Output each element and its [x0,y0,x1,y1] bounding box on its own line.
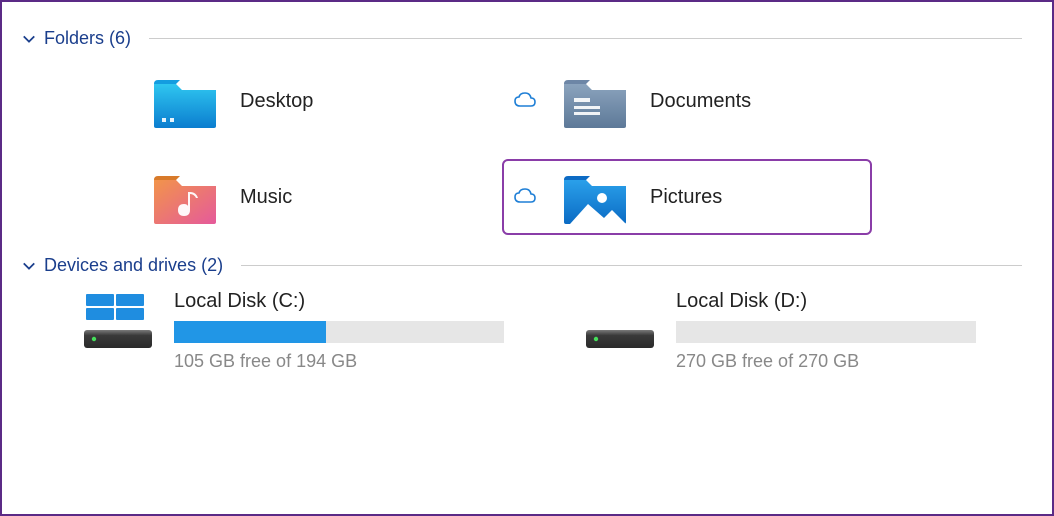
folders-section-header[interactable]: Folders (6) [22,28,1022,49]
drives-section-header[interactable]: Devices and drives (2) [22,255,1022,276]
drive-name: Local Disk (D:) [676,290,976,313]
cloud-icon [510,92,540,110]
folder-label: Desktop [240,90,313,113]
drives-title: Devices and drives (2) [44,255,223,276]
folder-label: Pictures [650,186,722,209]
drive-name: Local Disk (C:) [174,290,504,313]
folder-item-music[interactable]: Music [92,159,462,235]
drive-usage-bar [676,321,976,343]
disk-icon [82,290,154,352]
music-folder-icon [150,167,220,227]
pictures-folder-icon [560,167,630,227]
cloud-icon [510,188,540,206]
folders-title: Folders (6) [44,28,131,49]
documents-folder-icon [560,71,630,131]
folder-label: Music [240,186,292,209]
drive-usage-bar [174,321,504,343]
divider [149,38,1022,39]
drive-item-c[interactable]: Local Disk (C:) 105 GB free of 194 GB [82,290,504,372]
chevron-down-icon [22,32,36,46]
folder-label: Documents [650,90,751,113]
folder-item-pictures[interactable]: Pictures [502,159,872,235]
folder-item-documents[interactable]: Documents [502,63,872,139]
drive-item-d[interactable]: Local Disk (D:) 270 GB free of 270 GB [584,290,976,372]
chevron-down-icon [22,259,36,273]
folders-grid: Desktop Documents [22,63,1022,235]
desktop-folder-icon [150,71,220,131]
disk-icon [584,290,656,352]
divider [241,265,1022,266]
drive-free-text: 105 GB free of 194 GB [174,351,504,372]
drive-usage-fill [174,321,326,343]
drive-free-text: 270 GB free of 270 GB [676,351,976,372]
folder-item-desktop[interactable]: Desktop [92,63,462,139]
drives-row: Local Disk (C:) 105 GB free of 194 GB Lo… [22,290,1022,372]
